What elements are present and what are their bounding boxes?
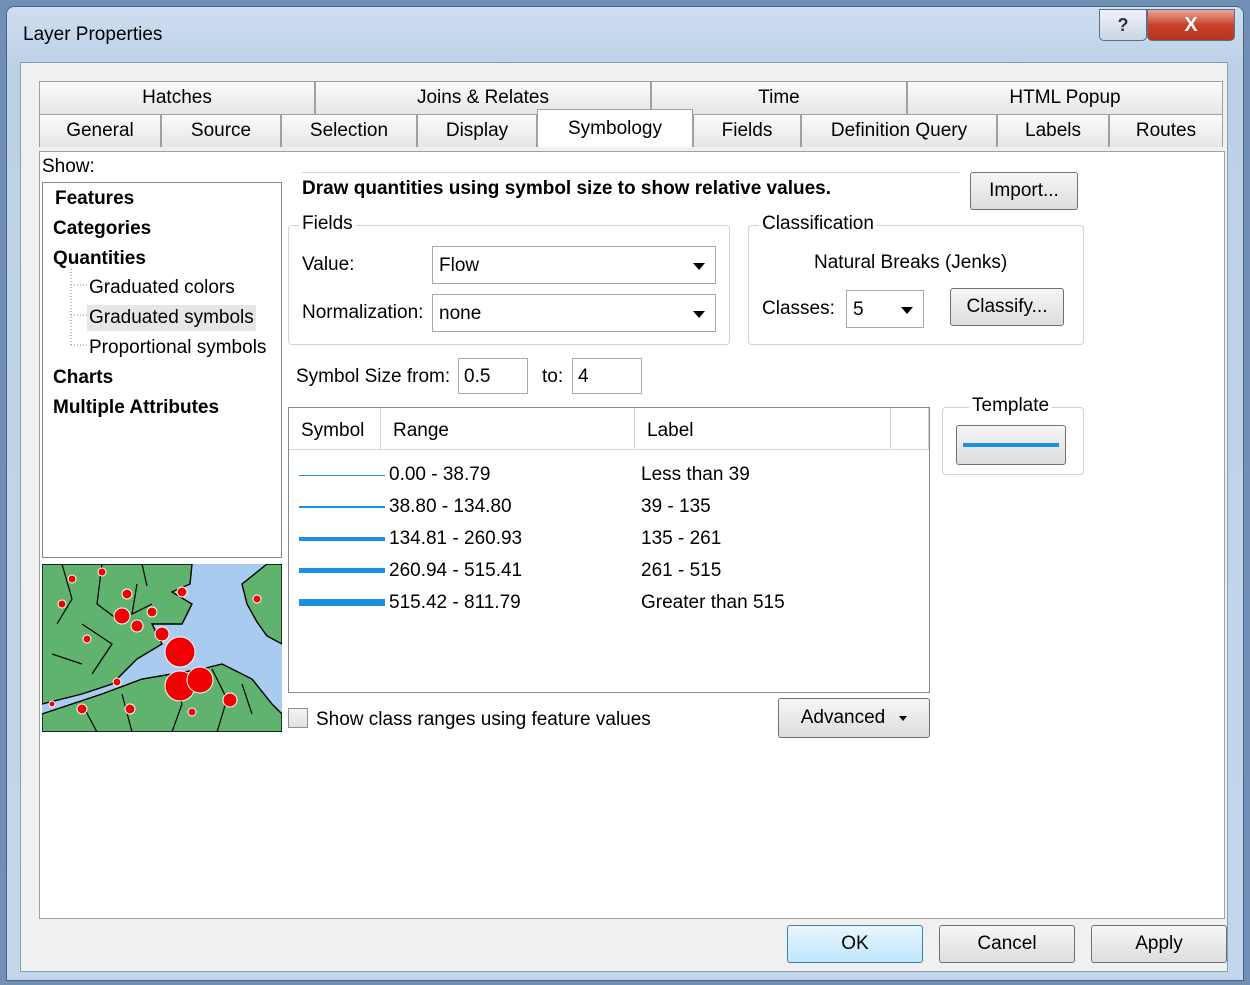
table-row[interactable]: 38.80 - 134.80 39 - 135 <box>289 492 929 524</box>
range-cell[interactable]: 134.81 - 260.93 <box>389 528 522 550</box>
template-symbol-button[interactable] <box>956 425 1066 465</box>
tree-item-graduated-colors[interactable]: Graduated colors <box>89 277 235 299</box>
column-header-filler <box>891 408 929 450</box>
table-row[interactable]: 134.81 - 260.93 135 - 261 <box>289 524 929 556</box>
column-header-symbol[interactable]: Symbol <box>289 408 381 450</box>
tab-display[interactable]: Display <box>417 114 537 147</box>
range-cell[interactable]: 38.80 - 134.80 <box>389 496 512 518</box>
column-header-label[interactable]: Label <box>635 408 891 450</box>
cancel-button[interactable]: Cancel <box>939 925 1075 963</box>
template-label: Template <box>969 395 1053 417</box>
tab-symbology[interactable]: Symbology <box>537 109 693 147</box>
advanced-button[interactable]: Advanced <box>778 698 930 738</box>
symbol-size-from-input[interactable]: 0.5 <box>458 358 528 394</box>
classes-dropdown[interactable]: 5 <box>846 290 924 328</box>
range-cell[interactable]: 515.42 - 811.79 <box>389 592 521 614</box>
chevron-down-icon <box>693 311 705 318</box>
close-icon: X <box>1184 13 1198 36</box>
renderer-tree[interactable]: Features Categories Quantities Graduated… <box>42 182 282 558</box>
symbol-size-to-input[interactable]: 4 <box>572 358 642 394</box>
tree-item-proportional-symbols[interactable]: Proportional symbols <box>89 337 266 359</box>
dialog-client-area: Hatches Joins & Relates Time HTML Popup … <box>20 62 1228 972</box>
symbol-size-from-label: Symbol Size from: <box>296 366 451 387</box>
tree-item-features[interactable]: Features <box>55 188 134 210</box>
tab-html-popup[interactable]: HTML Popup <box>907 81 1223 114</box>
value-field-dropdown[interactable]: Flow <box>432 246 716 284</box>
show-label: Show: <box>42 156 95 177</box>
renderer-description: Draw quantities using symbol size to sho… <box>302 178 831 199</box>
classification-method: Natural Breaks (Jenks) <box>814 252 1008 273</box>
label-cell[interactable]: Less than 39 <box>641 464 750 486</box>
tab-hatches[interactable]: Hatches <box>39 81 315 114</box>
help-button[interactable]: ? <box>1099 9 1147 41</box>
tree-item-charts[interactable]: Charts <box>53 367 113 389</box>
title-bar[interactable]: Layer Properties ? X <box>7 7 1243 63</box>
table-row[interactable]: 260.94 - 515.41 261 - 515 <box>289 556 929 588</box>
symbol-size-to-label: to: <box>542 366 564 387</box>
normalization-dropdown[interactable]: none <box>432 294 716 332</box>
label-cell[interactable]: 261 - 515 <box>641 560 721 582</box>
range-cell[interactable]: 0.00 - 38.79 <box>389 464 490 486</box>
tab-routes[interactable]: Routes <box>1109 114 1223 147</box>
table-row[interactable]: 515.42 - 811.79 Greater than 515 <box>289 588 929 620</box>
chevron-down-icon <box>901 307 913 314</box>
symbol-line-4[interactable] <box>299 599 385 606</box>
tree-item-graduated-symbols[interactable]: Graduated symbols <box>87 305 256 331</box>
tab-labels[interactable]: Labels <box>997 114 1109 147</box>
help-icon: ? <box>1117 14 1129 35</box>
tab-definition-query[interactable]: Definition Query <box>801 114 997 147</box>
show-ranges-checkbox[interactable] <box>288 708 308 728</box>
symbology-panel: Show: Features Categories Quantities Gra… <box>39 151 1225 919</box>
ok-button[interactable]: OK <box>787 925 923 963</box>
chevron-down-icon <box>693 263 705 270</box>
symbol-line-3[interactable] <box>299 568 385 573</box>
symbol-line-1[interactable] <box>299 506 385 508</box>
dropdown-arrow-icon <box>899 715 908 721</box>
show-ranges-label[interactable]: Show class ranges using feature values <box>316 709 651 731</box>
tab-fields[interactable]: Fields <box>693 114 801 147</box>
value-label: Value: <box>302 254 355 275</box>
label-cell[interactable]: Greater than 515 <box>641 592 785 614</box>
classes-table[interactable]: Symbol Range Label 0.00 - 38.79 Less tha… <box>288 407 930 693</box>
table-row[interactable]: 0.00 - 38.79 Less than 39 <box>289 460 929 492</box>
label-cell[interactable]: 135 - 261 <box>641 528 721 550</box>
tree-item-quantities[interactable]: Quantities <box>53 248 146 270</box>
close-button[interactable]: X <box>1147 9 1235 41</box>
tree-item-categories[interactable]: Categories <box>53 218 151 240</box>
tab-source[interactable]: Source <box>161 114 281 147</box>
range-cell[interactable]: 260.94 - 515.41 <box>389 560 522 582</box>
fields-group-label: Fields <box>299 213 356 235</box>
label-cell[interactable]: 39 - 135 <box>641 496 711 518</box>
tree-item-multiple-attributes[interactable]: Multiple Attributes <box>53 397 219 419</box>
classification-group-label: Classification <box>759 213 877 235</box>
import-button[interactable]: Import... <box>970 172 1078 210</box>
classes-label: Classes: <box>762 298 835 319</box>
column-header-range[interactable]: Range <box>381 408 635 450</box>
template-symbol-line <box>963 443 1059 447</box>
preview-map-image <box>42 564 282 732</box>
window-title: Layer Properties <box>23 24 163 45</box>
symbol-line-2[interactable] <box>299 537 385 541</box>
symbol-line-0[interactable] <box>299 475 385 476</box>
classify-button[interactable]: Classify... <box>950 288 1064 326</box>
description-divider <box>302 172 960 173</box>
tab-general[interactable]: General <box>39 114 161 147</box>
apply-button[interactable]: Apply <box>1091 925 1227 963</box>
tab-selection[interactable]: Selection <box>281 114 417 147</box>
normalization-label: Normalization: <box>302 302 424 323</box>
